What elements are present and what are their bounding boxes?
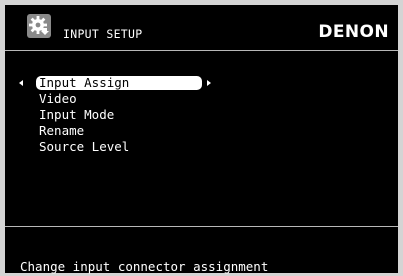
brand-logo: DENON	[318, 22, 389, 42]
osd-screen: INPUT SETUP DENON Input Assign Video Inp…	[0, 0, 403, 276]
menu-item-input-assign[interactable]: Input Assign	[36, 76, 202, 90]
menu-item-input-mode[interactable]: Input Mode	[36, 108, 117, 122]
menu-item-rename[interactable]: Rename	[36, 124, 87, 138]
menu-item-source-level[interactable]: Source Level	[36, 140, 132, 154]
header-bar: INPUT SETUP DENON	[5, 5, 398, 51]
arrow-left-icon[interactable]	[19, 80, 23, 86]
menu-item-video[interactable]: Video	[36, 92, 80, 106]
status-divider	[5, 226, 398, 227]
status-text: Change input connector assignment	[20, 259, 269, 274]
arrow-right-icon[interactable]	[207, 80, 211, 86]
page-title: INPUT SETUP	[63, 27, 143, 41]
gear-setup-icon	[27, 14, 51, 38]
